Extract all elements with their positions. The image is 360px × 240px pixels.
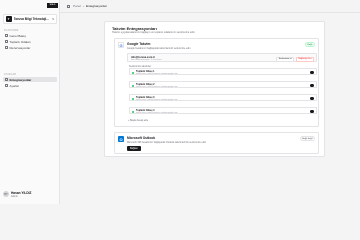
disconnect-button[interactable]: Bağlantıyı kes: [295, 56, 314, 62]
integration-desc: Google hesabınızı bağlayarak takvimlerin…: [127, 46, 191, 50]
door-icon: [4, 40, 8, 43]
gear-icon: [4, 84, 8, 87]
workspace-name: Toruva Bilgi Teknoloji...: [13, 17, 49, 21]
integrations-card: Takvim Entegrasyonları Takvim uygulamala…: [104, 21, 325, 157]
integration-google: G Google Takvim Google hesabınızı bağlay…: [114, 38, 319, 127]
calendar-toggle[interactable]: [310, 97, 314, 100]
outlook-icon: O: [118, 136, 124, 142]
sidebar-item-settings[interactable]: Ayarlar: [3, 83, 57, 88]
add-account-link[interactable]: + Başka hesap ekle: [128, 120, 148, 122]
page-subtitle: Takvim uygulamalarınızı bağlayın ve topl…: [112, 31, 195, 34]
integration-name: Microsoft Outlook: [127, 136, 156, 140]
calendar-status-icon: [132, 110, 134, 113]
sidebar-item-bookings[interactable]: Rezervasyonlar: [3, 45, 57, 50]
calendar-toggle[interactable]: [310, 110, 314, 113]
user-menu[interactable]: HY Hasan YILDIZ Admin: [3, 188, 57, 200]
google-icon: G: [118, 42, 124, 48]
calendar-status-icon: [132, 84, 134, 87]
calendar-toggle[interactable]: [310, 71, 314, 74]
connected-account: info@toruva.com.tr Son senkronizasyon: 2…: [127, 53, 317, 62]
user-role: Admin: [11, 194, 18, 198]
sidebar-item-rooms[interactable]: Toplantı Odaları: [3, 39, 57, 44]
workspace-switcher[interactable]: T Toruva Bilgi Teknoloji... ⇅: [3, 14, 57, 24]
sidebar-toggle-icon[interactable]: [67, 4, 70, 8]
calendar-item[interactable]: Toplantı Odası 3 toruva.com.tr_oda3@reso…: [129, 94, 317, 101]
integration-desc: Microsoft 365 hesabınızı bağlayarak Outl…: [127, 140, 207, 144]
status-badge: Bağlı: [304, 42, 315, 48]
workspace-icon: T: [5, 16, 12, 22]
calendar-status-icon: [132, 97, 134, 100]
grid-icon: [4, 34, 8, 37]
sidebar-item-overview[interactable]: Genel Bakış: [3, 33, 57, 38]
calendar-item[interactable]: Toplantı Odası 2 toruva.com.tr_oda2@reso…: [129, 81, 317, 88]
avatar: HY: [3, 191, 9, 197]
calendar-item[interactable]: Toplantı Odası 1 toruva.com.tr_oda1@reso…: [129, 68, 317, 75]
topbar: Panel › Entegrasyonlar: [60, 0, 360, 13]
breadcrumb-current: Entegrasyonlar: [85, 4, 107, 8]
calendar-status-icon: [132, 71, 134, 74]
sidebar-item-integrations[interactable]: Entegrasyonlar: [3, 77, 57, 82]
calendar-icon: [4, 46, 8, 49]
brand-logo: SOLO: [47, 3, 58, 8]
plug-icon: [4, 78, 8, 81]
user-name: Hasan YILDIZ: [11, 190, 32, 195]
integration-name: Google Takvim: [127, 42, 151, 46]
section-label-settings: AYARLAR: [4, 73, 17, 76]
breadcrumb-separator: ›: [82, 4, 84, 8]
sync-button[interactable]: Senkronize et: [276, 56, 294, 62]
integration-outlook: O Microsoft Outlook Microsoft 365 hesabı…: [114, 132, 319, 154]
connect-button[interactable]: Bağlan: [127, 146, 141, 151]
calendar-item[interactable]: Toplantı Odası 4 toruva.com.tr_oda4@reso…: [129, 107, 317, 114]
sidebar: SOLO T Toruva Bilgi Teknoloji... ⇅ PLATF…: [0, 0, 60, 204]
calendar-toggle[interactable]: [310, 84, 314, 87]
account-sync-date: Son senkronizasyon: 2 saat önce: [131, 59, 162, 61]
section-label-platform: PLATFORM: [4, 29, 19, 32]
status-badge: Bağlı değil: [299, 136, 315, 142]
breadcrumb-panel[interactable]: Panel: [73, 4, 81, 8]
chevron-updown-icon: ⇅: [51, 17, 55, 21]
